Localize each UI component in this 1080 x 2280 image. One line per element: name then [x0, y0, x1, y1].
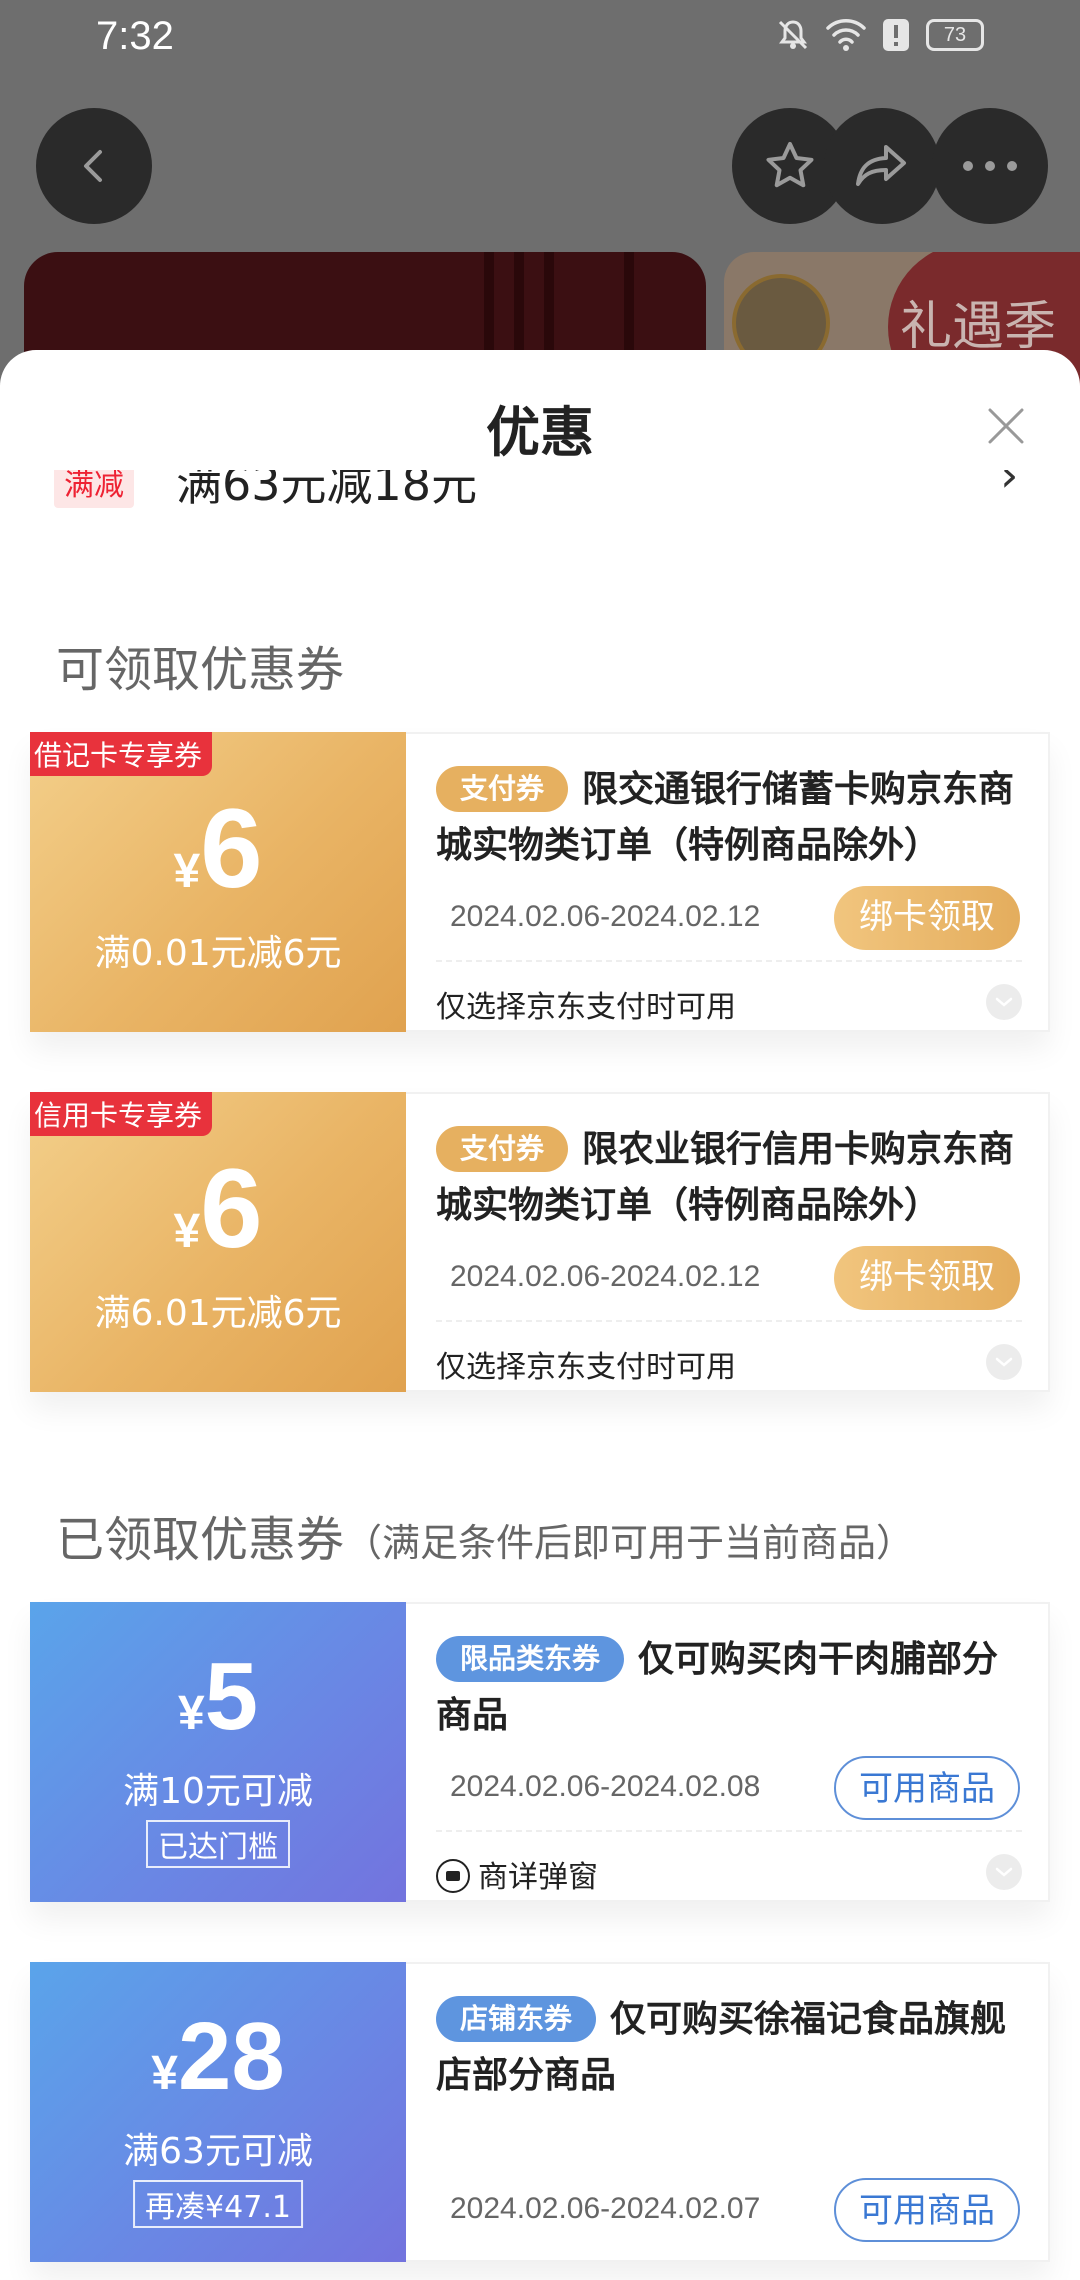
- coupon-detail: 支付券 限交通银行储蓄卡购京东商城实物类订单（特例商品除外） 2024.02.06…: [406, 732, 1050, 1032]
- coupon-badge: 信用卡专享券: [30, 1092, 213, 1136]
- close-button[interactable]: [986, 406, 1026, 446]
- available-products-button[interactable]: 可用商品: [834, 2178, 1020, 2242]
- chevron-right-icon: ›: [1000, 470, 1019, 502]
- status-time: 7:32: [96, 14, 174, 58]
- coupon-type-tag: 支付券: [436, 1126, 569, 1172]
- coupon-badge: 借记卡专享券: [30, 732, 213, 776]
- chevron-down-icon: [995, 1357, 1013, 1367]
- amount-value: 6: [200, 1146, 263, 1271]
- alert-icon: [883, 19, 909, 51]
- coupon-date: 2024.02.06-2024.02.12: [450, 900, 761, 933]
- battery-indicator: 73: [926, 19, 984, 51]
- coupon-card: 信用卡专享券 ¥6 满6.01元减6元 支付券 限农业银行信用卡购京东商城实物类订…: [30, 1092, 1050, 1392]
- discount-text: 满63元减18元: [176, 470, 478, 511]
- share-button[interactable]: [824, 108, 940, 224]
- coupon-type-tag: 支付券: [436, 766, 569, 812]
- more-icon: [963, 161, 1017, 171]
- wifi-icon: [826, 19, 866, 51]
- currency-symbol: ¥: [177, 1687, 205, 1740]
- coupon-detail: 店铺东券 仅可购买徐福记食品旗舰店部分商品 2024.02.06-2024.02.…: [406, 1962, 1050, 2262]
- chevron-down-icon: [995, 1867, 1013, 1877]
- coupon-amount: ¥28: [30, 2002, 406, 2112]
- share-icon: [856, 145, 906, 186]
- threshold-status-tag: 已达门槛: [146, 1820, 290, 1868]
- amount-value: 28: [177, 2003, 285, 2110]
- currency-symbol: ¥: [173, 1205, 201, 1258]
- discount-row[interactable]: 满减 满63元减18元 ›: [0, 470, 1080, 530]
- coupon-note: 仅选择京东支付时可用: [436, 990, 736, 1025]
- amount-value: 5: [204, 1643, 259, 1750]
- coupon-condition: 满6.01元减6元: [94, 1293, 342, 1334]
- coupon-date: 2024.02.06-2024.02.07: [450, 2192, 761, 2225]
- coupon-detail: 支付券 限农业银行信用卡购京东商城实物类订单（特例商品除外） 2024.02.06…: [406, 1092, 1050, 1392]
- promo-text: 礼遇季: [900, 297, 1057, 357]
- coupon-title: 店铺东券 仅可购买徐福记食品旗舰店部分商品: [436, 1992, 1026, 2104]
- expand-button[interactable]: [986, 984, 1022, 1020]
- coupon-amount: ¥5: [30, 1642, 406, 1752]
- coupon-value-panel: ¥5 满10元可减 已达门槛: [30, 1602, 406, 1902]
- star-icon: [766, 142, 814, 188]
- coupon-value-panel: 借记卡专享券 ¥6 满0.01元减6元: [30, 732, 406, 1032]
- status-bar: 7:32 73: [0, 0, 1080, 80]
- coupon-detail: 限品类东券 仅可购买肉干肉脯部分商品 2024.02.06-2024.02.08 …: [406, 1602, 1050, 1902]
- discount-tag: 满减: [54, 470, 134, 508]
- coupon-date: 2024.02.06-2024.02.08: [450, 1770, 761, 1803]
- back-arrow-icon: [84, 150, 102, 182]
- back-button[interactable]: [36, 108, 152, 224]
- threshold-status-tag: 再凑¥47.1: [133, 2180, 303, 2228]
- more-button[interactable]: [932, 108, 1048, 224]
- available-products-button[interactable]: 可用商品: [834, 1756, 1020, 1820]
- popup-icon: [436, 1859, 470, 1893]
- close-icon: [988, 408, 1024, 444]
- coupon-card: 借记卡专享券 ¥6 满0.01元减6元 支付券 限交通银行储蓄卡购京东商城实物类订…: [30, 732, 1050, 1032]
- currency-symbol: ¥: [151, 2047, 178, 2100]
- coupon-condition: 满0.01元减6元: [94, 933, 342, 974]
- claimed-section-title: 已领取优惠券（满足条件后即可用于当前商品）: [56, 1500, 914, 1570]
- coupon-condition: 满63元可减: [123, 2131, 313, 2172]
- coupon-amount: ¥6: [30, 1144, 406, 1273]
- coupon-title: 支付券 限农业银行信用卡购京东商城实物类订单（特例商品除外）: [436, 1122, 1026, 1234]
- coupon-title: 限品类东券 仅可购买肉干肉脯部分商品: [436, 1632, 1026, 1744]
- chevron-down-icon: [995, 997, 1013, 1007]
- coupon-note-text: 商详弹窗: [478, 1860, 598, 1895]
- coupon-amount: ¥6: [30, 784, 406, 913]
- coupon-date: 2024.02.06-2024.02.12: [450, 1260, 761, 1293]
- coupon-type-tag: 店铺东券: [436, 1996, 597, 2042]
- coupon-title: 支付券 限交通银行储蓄卡购京东商城实物类订单（特例商品除外）: [436, 762, 1026, 874]
- coupon-value-panel: 信用卡专享券 ¥6 满6.01元减6元: [30, 1092, 406, 1392]
- claimed-subtitle: （满足条件后即可用于当前商品）: [344, 1521, 915, 1565]
- coupon-sheet: 优惠 满减 满63元减18元 › 可领取优惠券 借记卡专享券 ¥6 满0.01元…: [0, 350, 1080, 2280]
- coupon-card: ¥28 满63元可减 再凑¥47.1 店铺东券 仅可购买徐福记食品旗舰店部分商品 …: [30, 1962, 1050, 2262]
- amount-value: 6: [200, 786, 263, 911]
- claimed-title-text: 已领取优惠券: [56, 1512, 345, 1568]
- coupon-note[interactable]: 商详弹窗: [436, 1852, 598, 1896]
- currency-symbol: ¥: [173, 845, 201, 898]
- coupon-value-panel: ¥28 满63元可减 再凑¥47.1: [30, 1962, 406, 2262]
- expand-button[interactable]: [986, 1344, 1022, 1380]
- expand-button[interactable]: [986, 1854, 1022, 1890]
- coupon-type-tag: 限品类东券: [436, 1636, 625, 1682]
- claimable-section-title: 可领取优惠券: [56, 642, 345, 698]
- coupon-condition: 满10元可减: [123, 1771, 313, 1812]
- status-icons: 73: [776, 18, 984, 52]
- mute-icon: [778, 20, 808, 50]
- coupon-card: ¥5 满10元可减 已达门槛 限品类东券 仅可购买肉干肉脯部分商品 2024.02…: [30, 1602, 1050, 1902]
- bind-card-button[interactable]: 绑卡领取: [834, 1246, 1020, 1310]
- sheet-title: 优惠: [486, 401, 594, 464]
- coupon-note: 仅选择京东支付时可用: [436, 1350, 736, 1385]
- bind-card-button[interactable]: 绑卡领取: [834, 886, 1020, 950]
